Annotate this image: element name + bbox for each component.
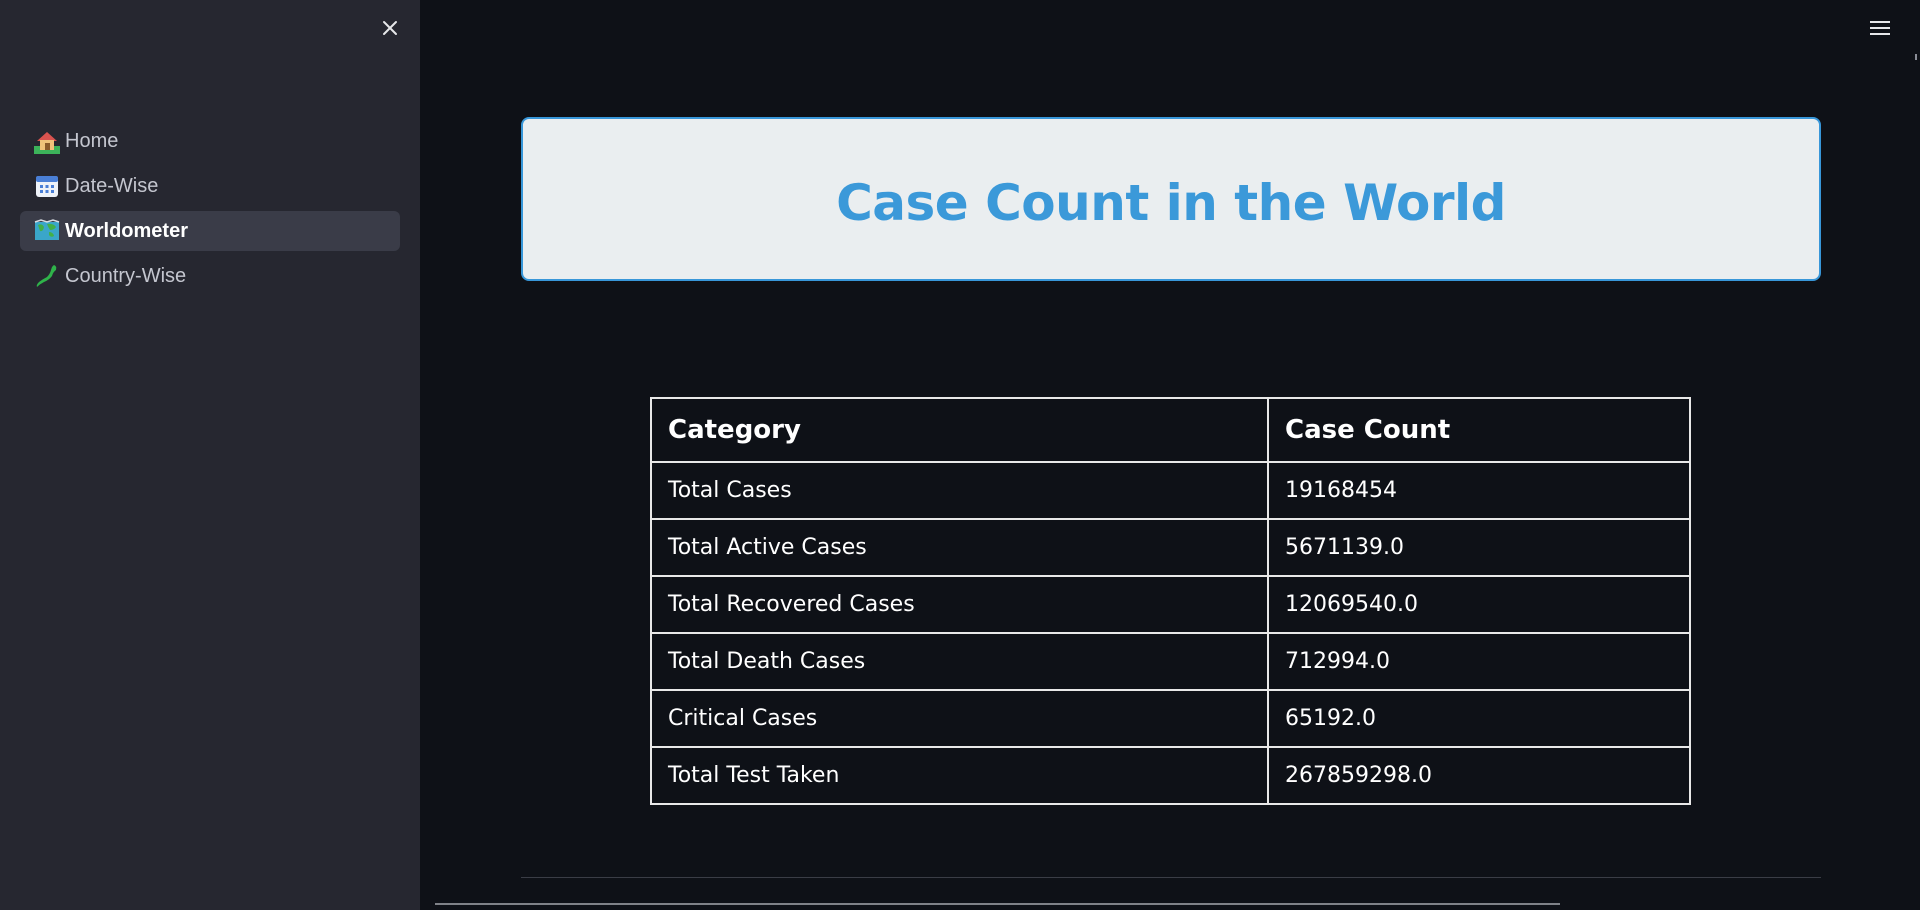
title-banner: Case Count in the World [521, 117, 1821, 281]
table-cell-count: 19168454 [1267, 461, 1691, 520]
sidebar-item-label: Date-Wise [65, 174, 159, 197]
sidebar: Home Date-Wise Worldometer Country-Wise [0, 0, 420, 910]
sidebar-nav: Home Date-Wise Worldometer Country-Wise [20, 121, 400, 301]
table-row: Total Death Cases 712994.0 [650, 632, 1691, 691]
sidebar-item-date-wise[interactable]: Date-Wise [20, 166, 400, 206]
table-row: Critical Cases 65192.0 [650, 689, 1691, 748]
table-header-row: Category Case Count [650, 397, 1691, 463]
sidebar-item-country-wise[interactable]: Country-Wise [20, 256, 400, 296]
table-cell-category: Total Active Cases [650, 518, 1269, 577]
column-header-case-count: Case Count [1267, 397, 1691, 463]
sidebar-item-label: Home [65, 129, 119, 152]
table-cell-count: 12069540.0 [1267, 575, 1691, 634]
house-icon [34, 128, 60, 154]
table-cell-count: 5671139.0 [1267, 518, 1691, 577]
table-cell-category: Total Test Taken [650, 746, 1269, 805]
close-icon[interactable] [378, 16, 402, 40]
hamburger-menu-icon[interactable] [1868, 18, 1892, 38]
sidebar-item-worldometer[interactable]: Worldometer [20, 211, 400, 251]
sidebar-item-label: Country-Wise [65, 264, 187, 287]
section-divider [521, 877, 1821, 878]
sidebar-item-label: Worldometer [65, 219, 188, 242]
table-cell-category: Total Death Cases [650, 632, 1269, 691]
table-cell-count: 65192.0 [1267, 689, 1691, 748]
table-row: Total Recovered Cases 12069540.0 [650, 575, 1691, 634]
world-map-icon [34, 218, 60, 244]
case-count-table: Category Case Count Total Cases 19168454… [650, 397, 1691, 805]
table-row: Total Test Taken 267859298.0 [650, 746, 1691, 805]
table-row: Total Active Cases 5671139.0 [650, 518, 1691, 577]
table-cell-category: Critical Cases [650, 689, 1269, 748]
scroll-indicator [1915, 54, 1917, 60]
table-cell-count: 267859298.0 [1267, 746, 1691, 805]
table-cell-category: Total Cases [650, 461, 1269, 520]
calendar-icon [34, 173, 60, 199]
main-content: Case Count in the World Category Case Co… [420, 0, 1920, 910]
app-root: Home Date-Wise Worldometer Country-Wise … [0, 0, 1920, 910]
page-title: Case Count in the World [836, 174, 1506, 232]
sidebar-item-home[interactable]: Home [20, 121, 400, 161]
footer-divider [435, 903, 1560, 905]
column-header-category: Category [650, 397, 1269, 463]
table-cell-count: 712994.0 [1267, 632, 1691, 691]
table-cell-category: Total Recovered Cases [650, 575, 1269, 634]
japan-map-icon [34, 263, 60, 289]
table-row: Total Cases 19168454 [650, 461, 1691, 520]
